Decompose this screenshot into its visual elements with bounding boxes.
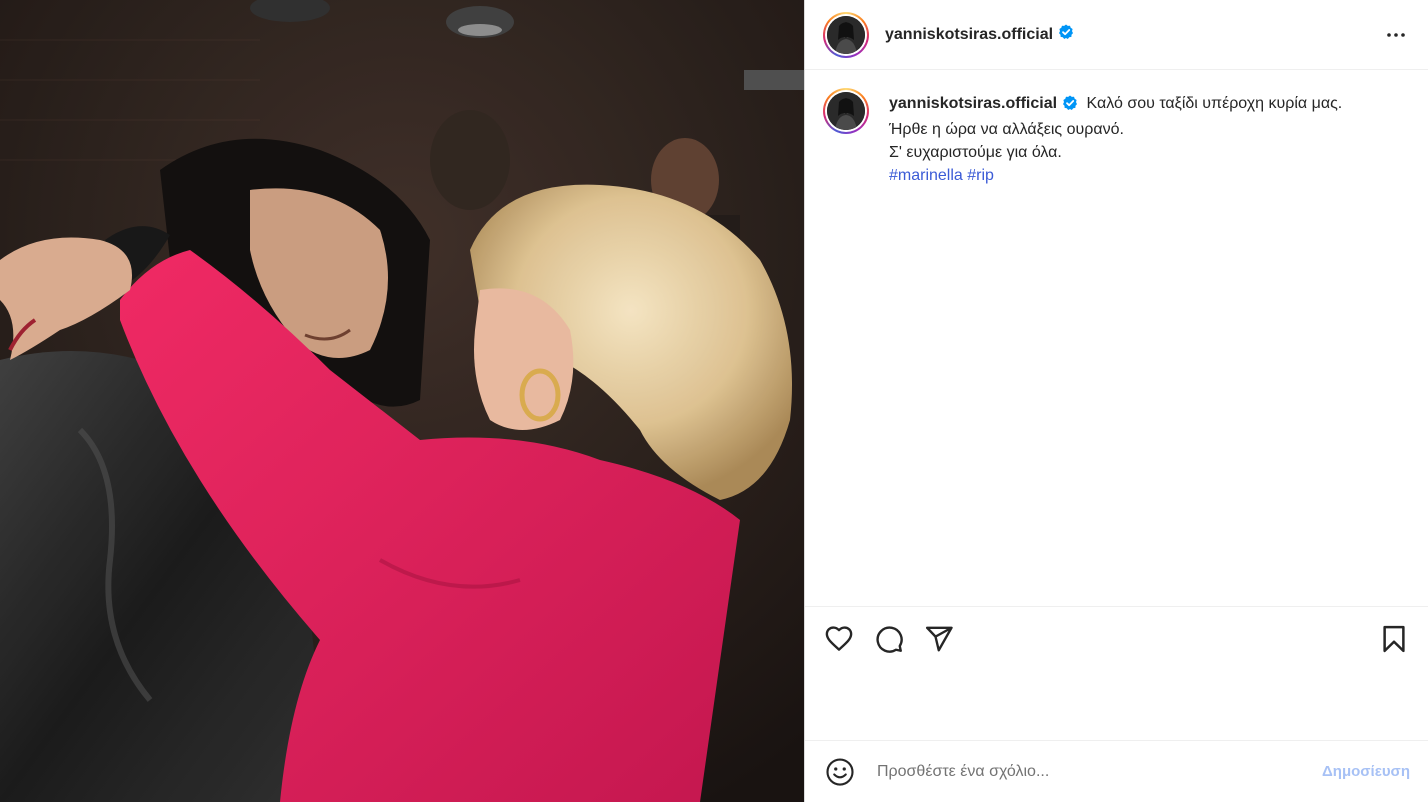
caption-username[interactable]: yanniskotsiras.official bbox=[889, 95, 1057, 112]
comment-input[interactable] bbox=[875, 761, 1322, 782]
comment-bar: Δημοσίευση bbox=[805, 740, 1428, 802]
caption-line-1: Καλό σου ταξίδι υπέροχη κυρία μας. bbox=[1086, 95, 1343, 112]
bookmark-icon[interactable] bbox=[1378, 623, 1410, 655]
caption: yanniskotsiras.official Καλό σου ταξίδι … bbox=[805, 70, 1428, 187]
caption-text: yanniskotsiras.official Καλό σου ταξίδι … bbox=[889, 92, 1342, 187]
caption-line-2: Ήρθε η ώρα να αλλάξεις ουρανό. bbox=[889, 121, 1124, 138]
caption-avatar-image bbox=[827, 92, 865, 130]
hashtag-rip[interactable]: #rip bbox=[967, 167, 994, 184]
share-icon[interactable] bbox=[923, 623, 955, 655]
post-comment-button[interactable]: Δημοσίευση bbox=[1322, 763, 1410, 780]
photo-illustration bbox=[0, 0, 804, 802]
post-header: yanniskotsiras.official bbox=[805, 0, 1428, 70]
comment-icon[interactable] bbox=[873, 623, 905, 655]
instagram-post: yanniskotsiras.official yanniskotsiras.o… bbox=[0, 0, 1428, 802]
header-username[interactable]: yanniskotsiras.official bbox=[885, 26, 1053, 44]
action-bar bbox=[805, 606, 1428, 670]
post-photo[interactable] bbox=[0, 0, 804, 802]
more-options-icon[interactable] bbox=[1382, 21, 1410, 49]
verified-badge-icon bbox=[1058, 24, 1074, 45]
avatar[interactable] bbox=[823, 11, 869, 58]
caption-avatar[interactable] bbox=[823, 88, 869, 134]
hashtag-marinella[interactable]: #marinella bbox=[889, 167, 963, 184]
post-sidebar: yanniskotsiras.official yanniskotsiras.o… bbox=[804, 0, 1428, 802]
emoji-icon[interactable] bbox=[825, 757, 855, 787]
heart-icon[interactable] bbox=[823, 623, 855, 655]
caption-line-3: Σ' ευχαριστούμε για όλα. bbox=[889, 144, 1062, 161]
caption-verified-badge-icon bbox=[1062, 95, 1078, 118]
avatar-image bbox=[827, 15, 865, 54]
